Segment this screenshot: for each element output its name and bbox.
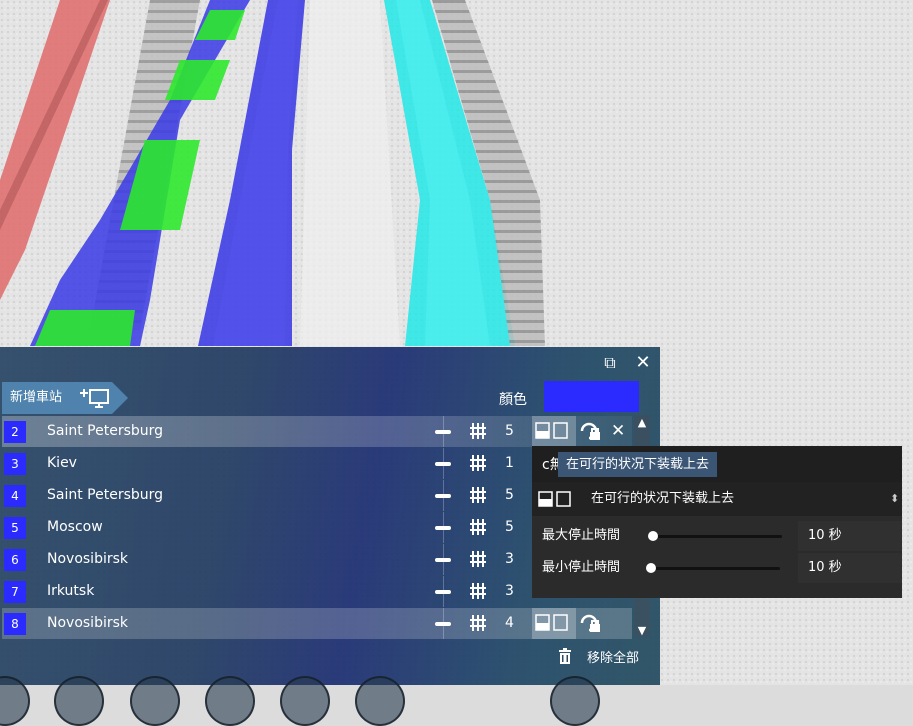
stop-number: 3 <box>4 453 26 475</box>
add-stop-button[interactable]: 新增車站 <box>2 382 128 414</box>
platform-number[interactable]: 3 <box>505 576 514 607</box>
platform-icon <box>470 519 486 535</box>
load-mode-dropdown[interactable]: 在可行的状况下装载上去 ⬍ <box>532 482 902 516</box>
load-mode-tooltip: 在可行的状况下装载上去 <box>558 452 718 477</box>
color-label: 顏色 <box>499 392 527 408</box>
stop-number: 8 <box>4 613 26 635</box>
min-stop-time-knob[interactable] <box>646 563 656 573</box>
load-mode-icon[interactable] <box>535 614 569 632</box>
trash-icon <box>559 648 571 664</box>
stop-drag-handle[interactable] <box>435 494 451 498</box>
stop-name: Saint Petersburg <box>47 487 164 503</box>
platform-icon <box>470 487 486 503</box>
popout-icon[interactable]: ⧉ <box>600 353 620 373</box>
load-mode-icon[interactable] <box>535 422 569 440</box>
add-stop-label: 新增車站 <box>10 390 63 405</box>
toolbar-circle[interactable] <box>130 676 180 726</box>
toolbar-circle[interactable] <box>280 676 330 726</box>
platform-icon <box>470 423 486 439</box>
stop-name: Novosibirsk <box>47 551 129 567</box>
stop-actions-icon[interactable] <box>578 421 602 441</box>
platform-number[interactable]: 5 <box>505 512 514 543</box>
platform-number[interactable]: 1 <box>505 448 514 479</box>
platform-number[interactable]: 4 <box>505 608 514 639</box>
line-color-swatch[interactable] <box>544 381 639 412</box>
platform-icon <box>470 551 486 567</box>
platform-icon <box>470 615 486 631</box>
stop-drag-handle[interactable] <box>435 558 451 562</box>
max-stop-time-label: 最大停止時間 <box>542 528 621 543</box>
min-stop-time-label: 最小停止時間 <box>542 560 621 575</box>
min-stop-time-row: 最小停止時間 10 秒 <box>532 553 902 583</box>
stop-drag-handle[interactable] <box>435 430 451 434</box>
stop-drag-handle[interactable] <box>435 590 451 594</box>
toolbar-circle[interactable] <box>550 676 600 726</box>
toolbar-circle[interactable] <box>54 676 104 726</box>
stop-name: Irkutsk <box>47 583 95 599</box>
stop-number: 5 <box>4 517 26 539</box>
min-stop-time-value: 10 秒 <box>808 560 842 575</box>
load-mode-icon <box>538 491 571 507</box>
scroll-down-icon[interactable]: ▼ <box>634 623 650 639</box>
toolbar-circle[interactable] <box>355 676 405 726</box>
stop-number: 7 <box>4 581 26 603</box>
stop-drag-handle[interactable] <box>435 462 451 466</box>
toolbar-circle[interactable] <box>0 676 30 726</box>
remove-all-label: 移除全部 <box>587 651 640 666</box>
max-stop-time-slider[interactable] <box>648 531 782 541</box>
platform-number[interactable]: 5 <box>505 416 514 447</box>
dropdown-arrows-icon: ⬍ <box>890 492 900 505</box>
stop-number: 6 <box>4 549 26 571</box>
stop-drag-handle[interactable] <box>435 526 451 530</box>
stop-row[interactable]: 2 Saint Petersburg 5 ✕ <box>2 416 632 447</box>
stop-settings-popup: c無 在可行的状况下装载上去 在可行的状况下装载上去 ⬍ 最大停止時間 10 秒… <box>532 446 902 598</box>
toolbar-circle[interactable] <box>205 676 255 726</box>
load-mode-label: 在可行的状况下装载上去 <box>591 491 735 506</box>
stop-number: 2 <box>4 421 26 443</box>
platform-number[interactable]: 5 <box>505 480 514 511</box>
stop-name: Moscow <box>47 519 103 535</box>
stop-drag-handle[interactable] <box>435 622 451 626</box>
remove-stop-icon[interactable]: ✕ <box>611 416 625 447</box>
max-stop-time-value: 10 秒 <box>808 528 842 543</box>
platform-icon <box>470 455 486 471</box>
platform-icon <box>470 583 486 599</box>
max-stop-time-row: 最大停止時間 10 秒 <box>532 521 902 551</box>
add-station-icon <box>80 389 109 408</box>
stop-row[interactable]: 8 Novosibirsk 4 <box>2 608 632 639</box>
stop-number: 4 <box>4 485 26 507</box>
stop-name: Novosibirsk <box>47 615 129 631</box>
stop-actions-icon[interactable] <box>578 613 602 633</box>
close-icon[interactable]: ✕ <box>633 353 653 373</box>
popup-header: c無 在可行的状况下装载上去 <box>532 446 902 482</box>
stop-name: Saint Petersburg <box>47 423 164 439</box>
stop-name: Kiev <box>47 455 77 471</box>
platform-number[interactable]: 3 <box>505 544 514 575</box>
scroll-up-icon[interactable]: ▲ <box>634 415 650 431</box>
max-stop-time-knob[interactable] <box>648 531 658 541</box>
min-stop-time-slider[interactable] <box>646 563 780 573</box>
